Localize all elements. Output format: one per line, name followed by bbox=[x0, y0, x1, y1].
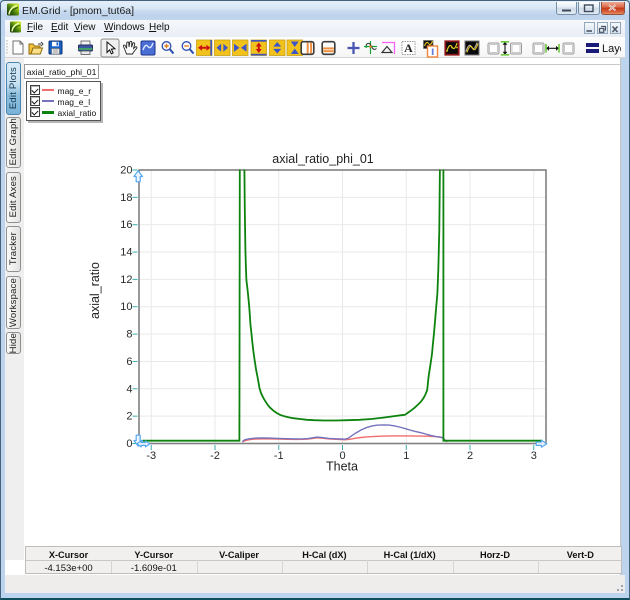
svg-text:axial_ratio: axial_ratio bbox=[88, 262, 102, 319]
svg-text:14: 14 bbox=[120, 247, 132, 259]
svg-text:2: 2 bbox=[126, 411, 132, 423]
svg-text:-2: -2 bbox=[210, 450, 220, 462]
svg-text:12: 12 bbox=[120, 274, 132, 286]
svg-text:4: 4 bbox=[126, 383, 132, 395]
svg-text:Theta: Theta bbox=[326, 460, 358, 474]
svg-text:-1: -1 bbox=[274, 450, 284, 462]
svg-text:20: 20 bbox=[120, 165, 132, 177]
svg-text:axial_ratio_phi_01: axial_ratio_phi_01 bbox=[272, 152, 374, 166]
svg-text:10: 10 bbox=[120, 301, 132, 313]
svg-text:8: 8 bbox=[126, 329, 132, 341]
svg-text:3: 3 bbox=[531, 450, 537, 462]
svg-text:-3: -3 bbox=[146, 450, 156, 462]
svg-text:6: 6 bbox=[126, 356, 132, 368]
svg-text:1: 1 bbox=[403, 450, 409, 462]
svg-text:16: 16 bbox=[120, 219, 132, 231]
svg-text:0: 0 bbox=[126, 438, 132, 450]
svg-text:18: 18 bbox=[120, 192, 132, 204]
svg-text:2: 2 bbox=[467, 450, 473, 462]
